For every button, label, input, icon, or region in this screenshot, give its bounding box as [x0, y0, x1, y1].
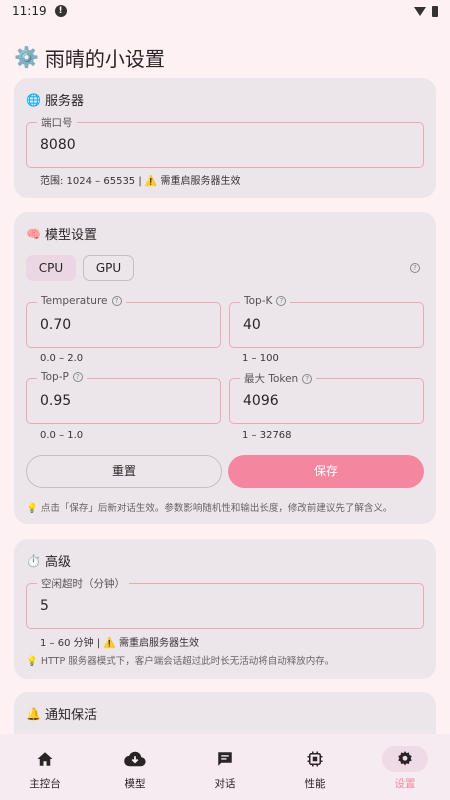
lightbulb-icon: 💡: [26, 503, 38, 514]
max-token-field[interactable]: 最大 Token? 4096: [229, 371, 424, 424]
notify-title: 通知保活: [44, 708, 97, 723]
gear-icon: ⚙️: [14, 45, 39, 69]
max-token-value[interactable]: 4096: [243, 393, 279, 409]
nav-label: 设置: [394, 778, 416, 790]
port-label: 端口号: [37, 115, 77, 130]
nav-item-chat[interactable]: 对话: [180, 734, 270, 800]
segment-gpu[interactable]: GPU: [83, 255, 134, 281]
port-value[interactable]: 8080: [40, 137, 76, 153]
status-time: 11:19: [12, 4, 47, 18]
temperature-field[interactable]: Temperature? 0.70: [26, 295, 221, 348]
advanced-card: ⏱️ 高级 空闲超时（分钟） 5 1 – 60 分钟 | ⚠️ 需重启服务器生效…: [14, 539, 436, 679]
bell-icon: 🔔: [26, 706, 41, 721]
brain-icon: 🧠: [26, 226, 41, 241]
top-p-field[interactable]: Top-P? 0.95: [26, 371, 221, 424]
home-icon: [22, 746, 68, 772]
nav-label: 性能: [304, 778, 326, 790]
timeout-hint: 1 – 60 分钟 | ⚠️ 需重启服务器生效: [40, 638, 199, 649]
server-title: 服务器: [44, 94, 84, 109]
wifi-icon: [414, 6, 426, 16]
server-card-title: 🌐 服务器: [26, 90, 424, 110]
top-p-hint: 0.0 – 1.0: [40, 430, 84, 441]
notify-card: 🔔 通知保活: [14, 692, 436, 734]
timeout-value[interactable]: 5: [40, 598, 49, 614]
help-icon[interactable]: ?: [410, 263, 420, 273]
model-card: 🧠 模型设置 CPU GPU ? Temperature? 0.70 0.0 –…: [14, 212, 436, 524]
timeout-field[interactable]: 空闲超时（分钟） 5: [26, 576, 424, 629]
port-field[interactable]: 端口号 8080: [26, 115, 424, 168]
info-icon: !: [54, 5, 67, 17]
port-hint: 范围: 1024 – 65535 | ⚠️ 需重启服务器生效: [40, 176, 241, 187]
model-note: 💡 点击「保存」后新对话生效。参数影响随机性和输出长度，修改前建议先了解含义。: [26, 503, 393, 514]
globe-icon: 🌐: [26, 92, 41, 107]
temperature-label: Temperature: [41, 295, 108, 307]
nav-item-dashboard[interactable]: 主控台: [0, 734, 90, 800]
chip-icon: [292, 746, 338, 772]
timer-icon: ⏱️: [26, 553, 41, 568]
timeout-label: 空闲超时（分钟）: [37, 576, 129, 591]
advanced-card-title: ⏱️ 高级: [26, 551, 424, 571]
help-icon[interactable]: ?: [302, 373, 313, 384]
max-token-hint: 1 – 32768: [242, 430, 292, 441]
nav-item-model[interactable]: 模型: [90, 734, 180, 800]
top-p-label: Top-P: [41, 371, 69, 383]
temperature-value[interactable]: 0.70: [40, 317, 71, 333]
segment-cpu[interactable]: CPU: [26, 255, 76, 281]
server-card: 🌐 服务器 端口号 8080 范围: 1024 – 65535 | ⚠️ 需重启…: [14, 78, 436, 198]
cloud-download-icon: [112, 746, 158, 772]
model-card-title: 🧠 模型设置: [26, 224, 424, 244]
nav-item-settings[interactable]: 设置: [360, 734, 450, 800]
page-header: ⚙️ 雨晴的小设置: [0, 22, 450, 78]
help-icon[interactable]: ?: [276, 296, 287, 306]
top-k-hint: 1 – 100: [242, 353, 279, 364]
chat-icon: [202, 746, 248, 772]
settings-scroll[interactable]: 🌐 服务器 端口号 8080 范围: 1024 – 65535 | ⚠️ 需重启…: [0, 78, 450, 734]
top-k-label: Top-K: [244, 295, 273, 307]
status-bar: 11:19 !: [0, 0, 450, 22]
model-title: 模型设置: [44, 228, 97, 243]
top-k-value[interactable]: 40: [243, 317, 261, 333]
nav-label: 模型: [124, 778, 146, 790]
help-icon[interactable]: ?: [111, 296, 122, 306]
advanced-title: 高级: [44, 555, 71, 570]
top-p-value[interactable]: 0.95: [40, 393, 71, 409]
help-icon[interactable]: ?: [72, 372, 83, 382]
battery-icon: [432, 5, 438, 17]
max-token-label: 最大 Token: [244, 373, 299, 385]
page-title: 雨晴的小设置: [44, 46, 165, 71]
nav-item-performance[interactable]: 性能: [270, 734, 360, 800]
notify-card-title: 🔔 通知保活: [26, 704, 424, 724]
reset-button[interactable]: 重置: [26, 455, 222, 488]
bottom-nav: 主控台 模型 对话 性能 设置: [0, 734, 450, 800]
nav-label: 主控台: [29, 778, 61, 790]
advanced-note: 💡 HTTP 服务器模式下，客户端会话超过此时长无活动将自动释放内存。: [26, 656, 335, 667]
temperature-hint: 0.0 – 2.0: [40, 353, 84, 364]
top-k-field[interactable]: Top-K? 40: [229, 295, 424, 348]
lightbulb-icon: 💡: [26, 656, 38, 667]
gear-icon: [382, 746, 428, 772]
save-button[interactable]: 保存: [228, 455, 424, 488]
nav-label: 对话: [214, 778, 236, 790]
